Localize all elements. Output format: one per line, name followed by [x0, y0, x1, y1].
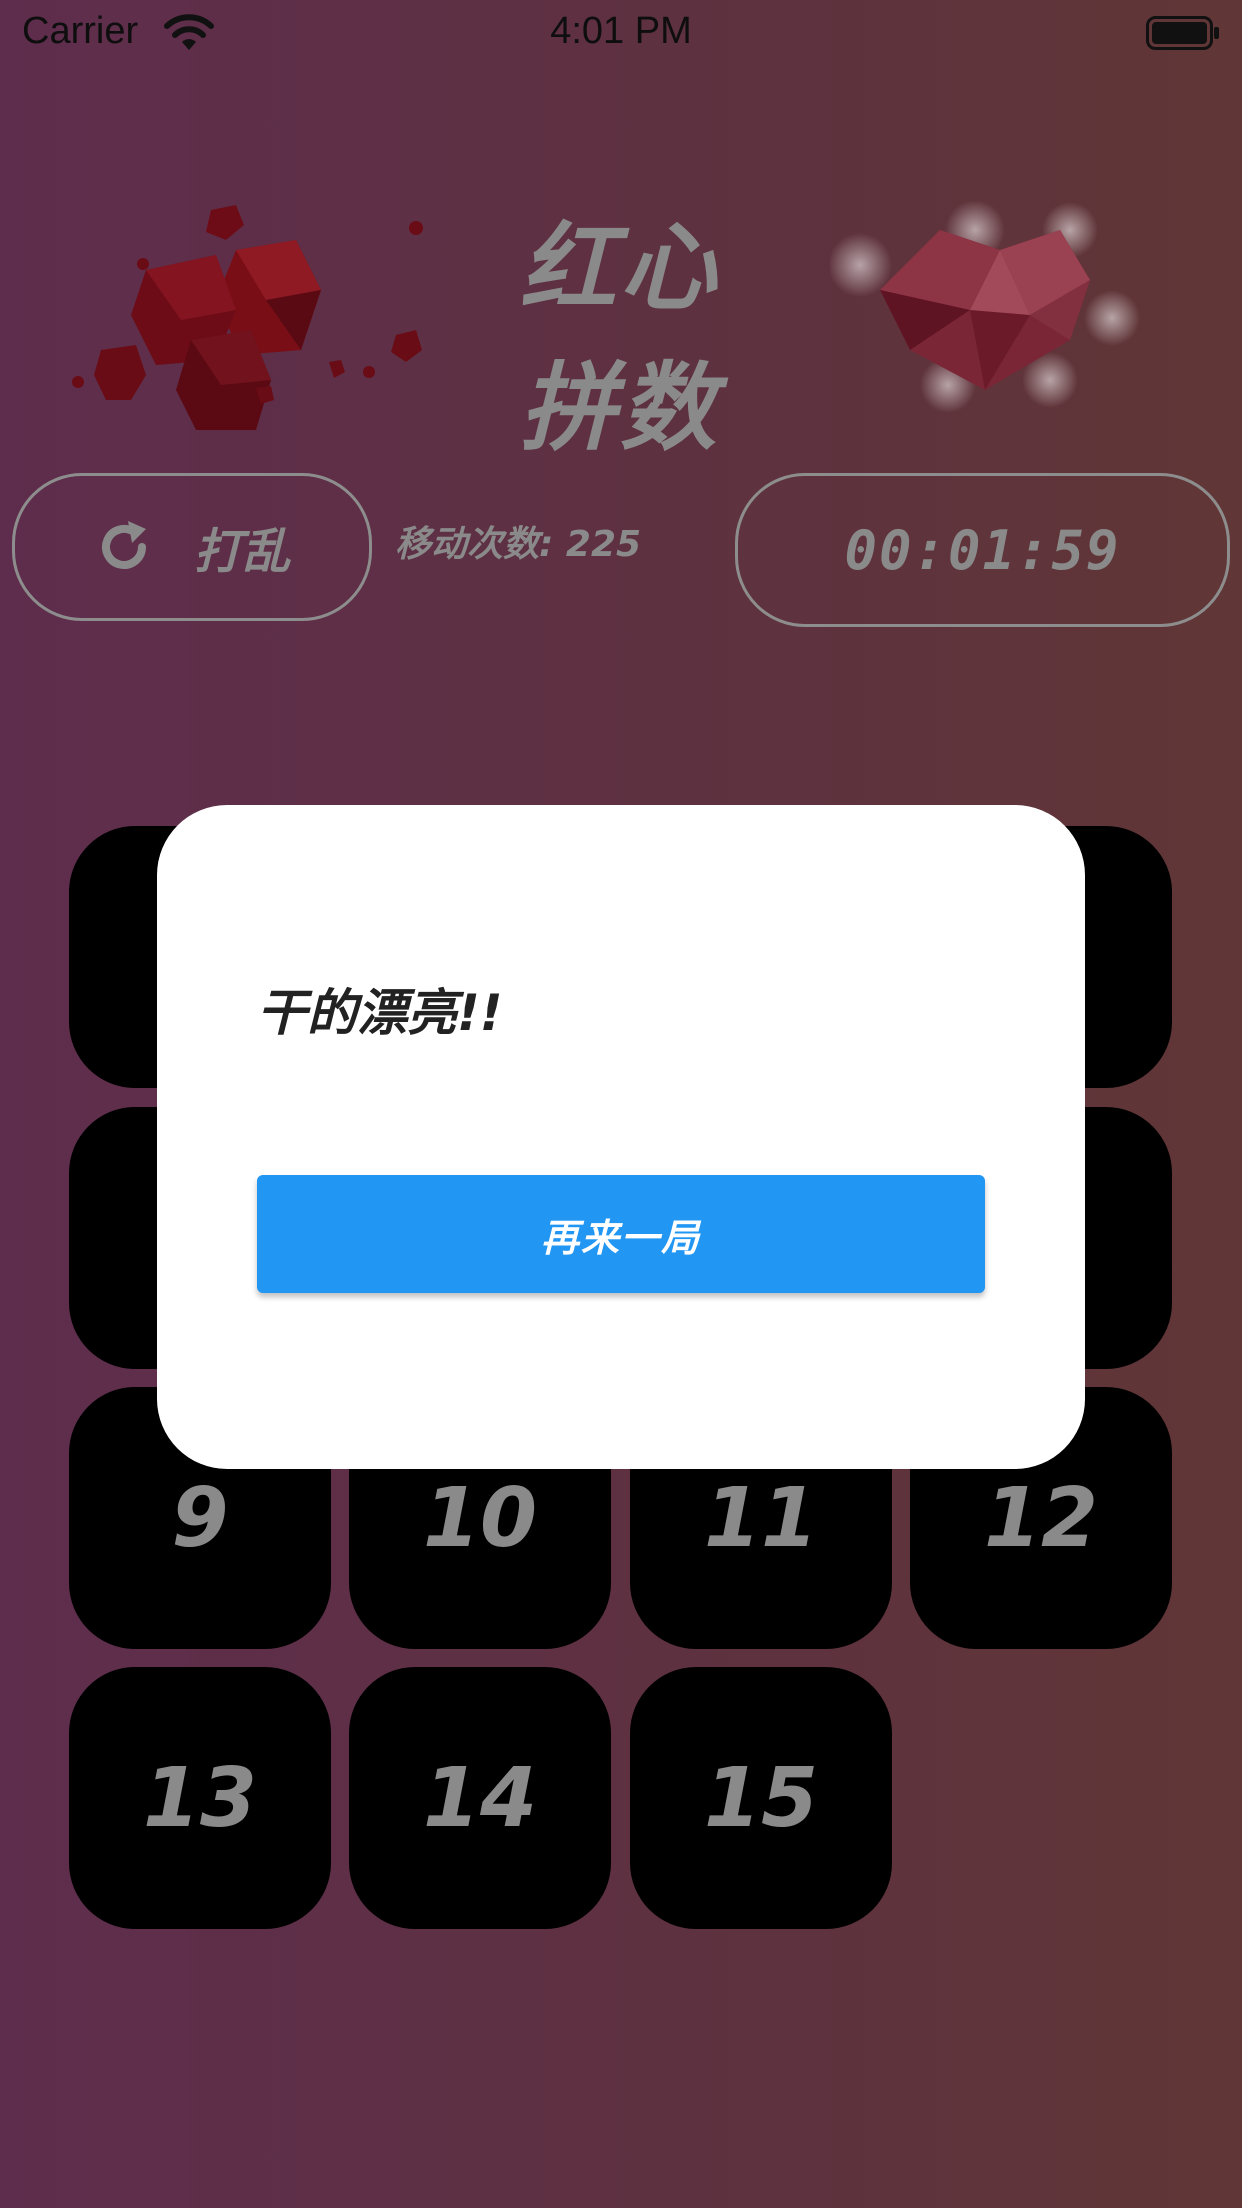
move-count: 移动次数: 225 — [395, 524, 642, 565]
play-again-label: 再来一局 — [540, 1215, 701, 1260]
puzzle-tile-14[interactable]: 14 — [349, 1667, 611, 1929]
puzzle-tile-15[interactable]: 15 — [630, 1667, 892, 1929]
timer-display: 00:01:59 — [735, 473, 1230, 627]
status-bar: Carrier 4:01 PM — [0, 0, 1242, 66]
tile-label: 15 — [703, 1750, 819, 1846]
title-line-1: 红心 — [520, 212, 720, 324]
success-dialog: 干的漂亮!! 再来一局 — [157, 805, 1085, 1469]
shuffle-button[interactable]: 打乱 — [12, 473, 372, 621]
heart-icon — [830, 200, 1140, 413]
battery-icon — [1146, 16, 1219, 50]
tile-label: 13 — [142, 1750, 258, 1846]
title-line-2: 拼数 — [520, 352, 720, 464]
shuffle-label: 打乱 — [193, 524, 290, 580]
timer-text: 00:01:59 — [844, 518, 1121, 582]
tile-label: 14 — [422, 1750, 538, 1846]
tile-label: 12 — [983, 1470, 1099, 1566]
refresh-icon — [102, 521, 146, 569]
tile-label: 9 — [171, 1470, 229, 1566]
cubes-icon — [72, 205, 423, 430]
puzzle-tile-13[interactable]: 13 — [69, 1667, 331, 1929]
tile-label: 11 — [703, 1470, 819, 1566]
clock-label: 4:01 PM — [550, 10, 692, 52]
tile-label: 10 — [422, 1470, 538, 1566]
play-again-button[interactable]: 再来一局 — [257, 1175, 985, 1293]
dialog-message: 干的漂亮!! — [257, 984, 503, 1042]
